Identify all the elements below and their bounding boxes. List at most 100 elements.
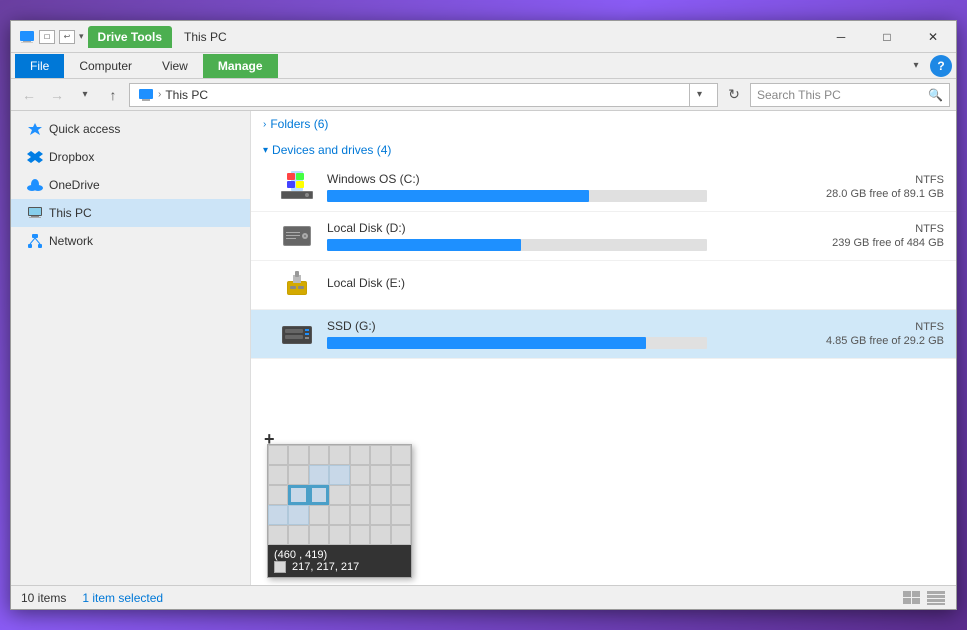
tab-file[interactable]: File (15, 54, 64, 78)
color-picker-info: (460 , 419) 217, 217, 217 (268, 545, 411, 577)
sidebar-item-this-pc[interactable]: This PC (11, 199, 250, 227)
sidebar-item-quick-access[interactable]: Quick access (11, 115, 250, 143)
drive-item-c[interactable]: Windows OS (C:) NTFS 28.0 GB free of 89.… (251, 163, 956, 212)
drive-name-g: SSD (G:) (327, 319, 772, 333)
ribbon-collapse-button[interactable]: ▾ (906, 56, 926, 76)
drive-fs-g: NTFS (784, 321, 944, 333)
drive-info-c: Windows OS (C:) (327, 172, 772, 202)
back-button[interactable]: ← (17, 83, 41, 107)
status-right (902, 590, 946, 606)
tab-manage[interactable]: Manage (203, 54, 278, 78)
drive-name-d: Local Disk (D:) (327, 221, 772, 235)
search-box[interactable]: Search This PC 🔍 (750, 83, 950, 107)
quick-access-bar-dropdown[interactable]: ▾ (79, 31, 84, 42)
search-label: Search This PC (757, 88, 924, 102)
sidebar-item-dropbox[interactable]: Dropbox (11, 143, 250, 171)
drive-space-c: 28.0 GB free of 89.1 GB (784, 188, 944, 200)
address-breadcrumb: › This PC (138, 87, 685, 103)
list-view-icon[interactable] (902, 590, 922, 606)
color-swatch (274, 561, 286, 573)
ribbon-tabs: File Computer View Manage ▾ ? (11, 53, 956, 79)
quick-access-bar-icon2[interactable]: ↩ (59, 30, 75, 44)
status-bar: 10 items 1 item selected (11, 585, 956, 609)
devices-label: Devices and drives (4) (272, 143, 391, 157)
help-button[interactable]: ? (930, 55, 952, 77)
drive-meta-d: NTFS 239 GB free of 484 GB (784, 223, 944, 249)
sidebar-item-onedrive[interactable]: OneDrive (11, 171, 250, 199)
address-separator: › (158, 89, 161, 100)
tab-view[interactable]: View (147, 54, 203, 78)
refresh-button[interactable]: ↻ (722, 83, 746, 107)
address-bar: ← → ▾ ↑ › This PC ▾ ↻ Search This PC 🔍 (11, 79, 956, 111)
forward-button[interactable]: → (45, 83, 69, 107)
drive-info-g: SSD (G:) (327, 319, 772, 349)
status-selected[interactable]: 1 item selected (82, 591, 163, 605)
drive-item-d[interactable]: Local Disk (D:) NTFS 239 GB free of 484 … (251, 212, 956, 261)
address-input[interactable]: › This PC ▾ (129, 83, 718, 107)
status-items: 10 items (21, 591, 66, 605)
sidebar-label-network: Network (49, 234, 93, 248)
search-icon: 🔍 (928, 88, 943, 102)
detail-view-icon[interactable] (926, 590, 946, 606)
progress-bar-c (327, 190, 589, 202)
drive-item-e[interactable]: Local Disk (E:) (251, 261, 956, 310)
sidebar-label-dropbox: Dropbox (49, 150, 94, 164)
folders-section-header[interactable]: › Folders (6) (251, 111, 956, 137)
close-button[interactable]: ✕ (910, 21, 956, 53)
this-pc-icon (27, 205, 43, 221)
drive-info-d: Local Disk (D:) (327, 221, 772, 251)
drive-icon-e (279, 267, 315, 303)
devices-section-header[interactable]: ▾ Devices and drives (4) (251, 137, 956, 163)
progress-bar-g (327, 337, 646, 349)
drive-meta-g: NTFS 4.85 GB free of 29.2 GB (784, 321, 944, 347)
progress-bar-d (327, 239, 521, 251)
minimize-button[interactable]: ─ (818, 21, 864, 53)
drive-name-e: Local Disk (E:) (327, 276, 772, 290)
drive-space-d: 239 GB free of 484 GB (784, 237, 944, 249)
folders-label: Folders (6) (270, 117, 328, 131)
drive-icon-d (279, 218, 315, 254)
quick-access-icon (27, 121, 43, 137)
window-title: This PC (184, 30, 227, 44)
address-path: This PC (165, 88, 208, 102)
quick-access-bar-icon1[interactable]: □ (39, 30, 55, 44)
devices-arrow: ▾ (263, 145, 268, 156)
drive-item-g[interactable]: SSD (G:) NTFS 4.85 GB free of 29.2 GB (251, 310, 956, 359)
window-controls: ─ □ ✕ (818, 21, 956, 53)
drive-meta-c: NTFS 28.0 GB free of 89.1 GB (784, 174, 944, 200)
drive-icon-c (279, 169, 315, 205)
drive-fs-d: NTFS (784, 223, 944, 235)
title-bar: □ ↩ ▾ Drive Tools This PC ─ □ ✕ (11, 21, 956, 53)
sidebar-label-quick-access: Quick access (49, 122, 120, 136)
color-coords: (460 , 419) (274, 549, 405, 561)
recent-locations-button[interactable]: ▾ (73, 83, 97, 107)
drive-name-c: Windows OS (C:) (327, 172, 772, 186)
drive-space-g: 4.85 GB free of 29.2 GB (784, 335, 944, 347)
progress-bar-container-g (327, 337, 707, 349)
ribbon-right: ▾ ? (906, 55, 952, 77)
sidebar-label-this-pc: This PC (49, 206, 92, 220)
progress-bar-container-c (327, 190, 707, 202)
onedrive-icon (27, 177, 43, 193)
tab-computer[interactable]: Computer (64, 54, 147, 78)
file-explorer-window: □ ↩ ▾ Drive Tools This PC ─ □ ✕ File Com… (10, 20, 957, 610)
drive-icon-g (279, 316, 315, 352)
network-icon (27, 233, 43, 249)
drive-info-e: Local Disk (E:) (327, 276, 772, 294)
color-rgb: 217, 217, 217 (274, 561, 405, 573)
sidebar-item-network[interactable]: Network (11, 227, 250, 255)
drive-fs-c: NTFS (784, 174, 944, 186)
sidebar: Quick access Dropbox One (11, 111, 251, 585)
file-area: › Folders (6) ▾ Devices and drives (4) (251, 111, 956, 585)
main-content: Quick access Dropbox One (11, 111, 956, 585)
title-bar-left: □ ↩ ▾ Drive Tools This PC (11, 26, 818, 48)
up-button[interactable]: ↑ (101, 83, 125, 107)
sidebar-label-onedrive: OneDrive (49, 178, 100, 192)
maximize-button[interactable]: □ (864, 21, 910, 53)
drive-tools-tab: Drive Tools (88, 26, 172, 48)
color-picker-popup: (460 , 419) 217, 217, 217 (267, 444, 412, 578)
dropbox-icon (27, 149, 43, 165)
color-picker-canvas (268, 445, 411, 545)
address-dropdown-button[interactable]: ▾ (689, 84, 709, 106)
folders-arrow: › (263, 119, 266, 130)
